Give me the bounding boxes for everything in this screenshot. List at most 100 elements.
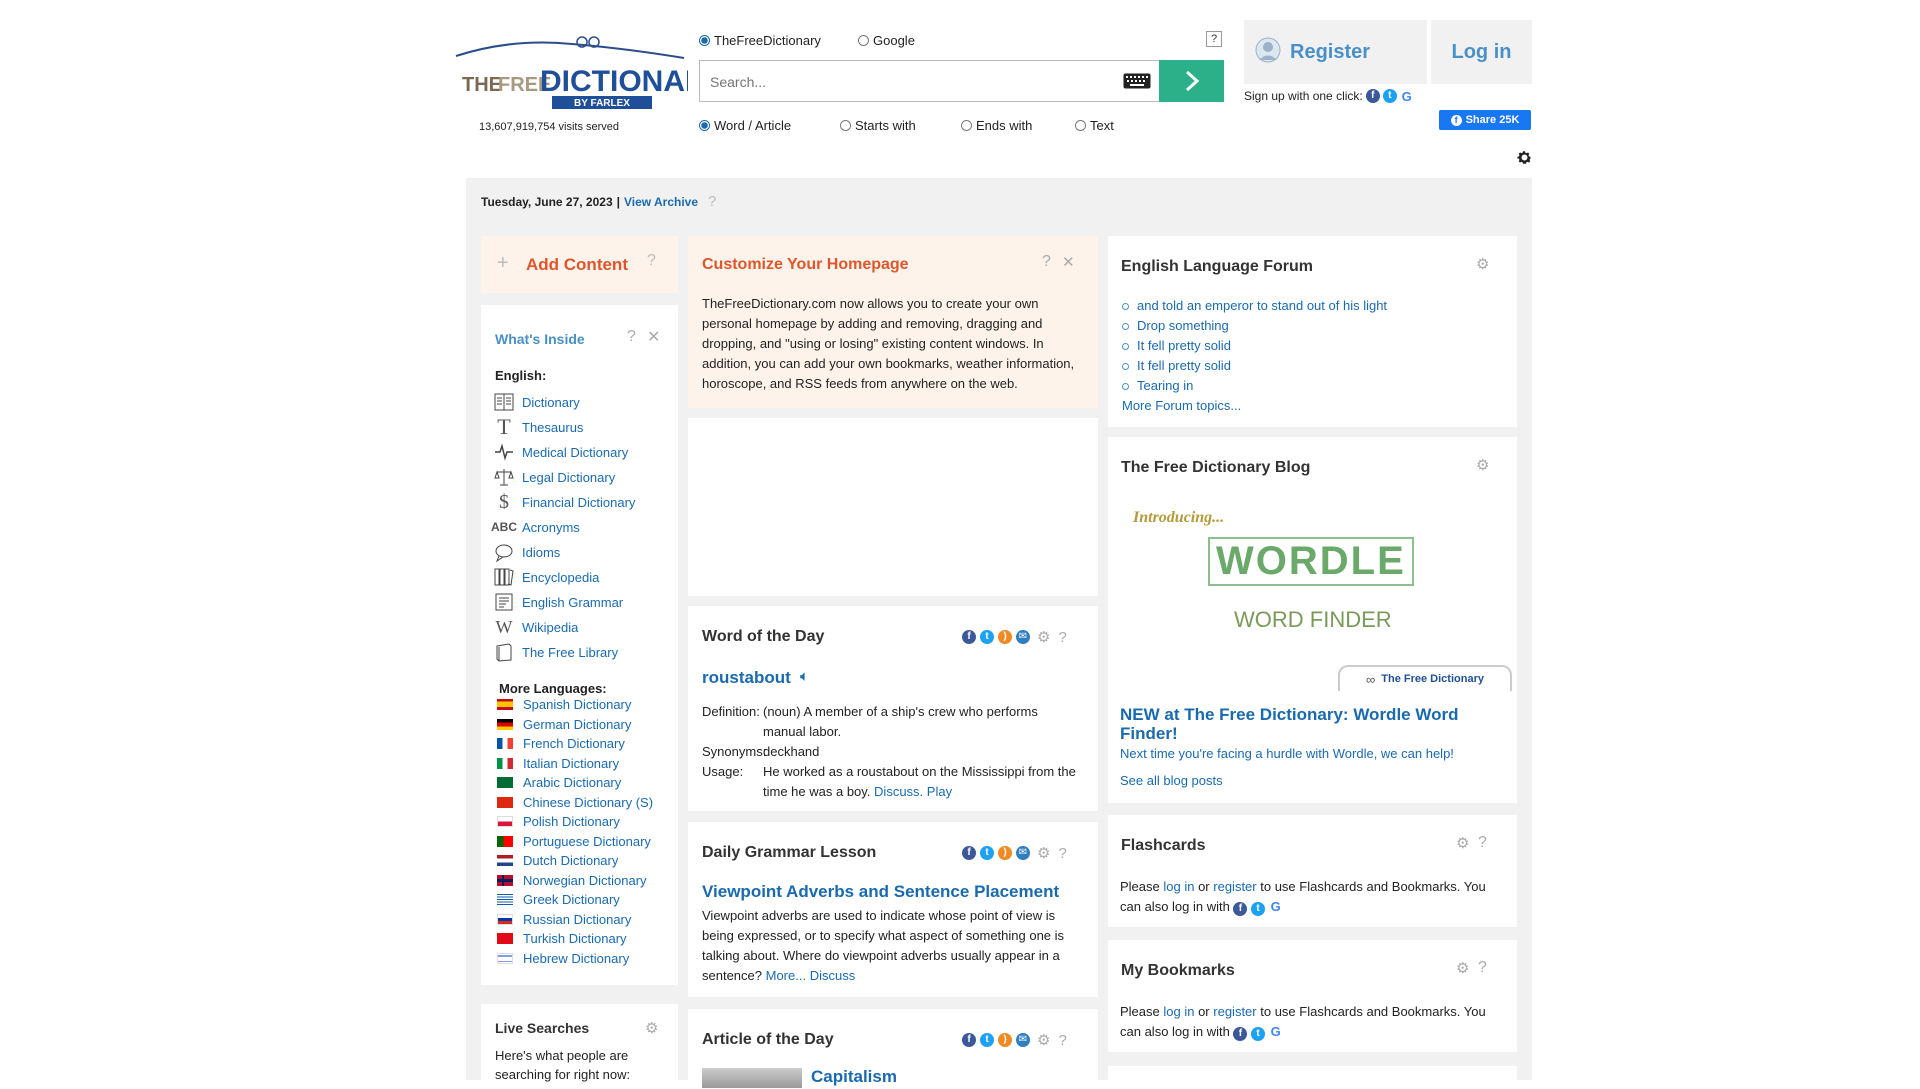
login-button[interactable]: Log in	[1431, 20, 1532, 84]
help-icon[interactable]: ?	[708, 193, 716, 210]
twitter-icon[interactable]: t	[980, 846, 994, 860]
register-link[interactable]: register	[1213, 1004, 1256, 1019]
link-medical-dictionary[interactable]: Medical Dictionary	[494, 442, 628, 462]
add-content-box[interactable]: + Add Content ?	[481, 236, 678, 293]
link-idioms[interactable]: Idioms	[494, 542, 560, 562]
rss-icon[interactable]: )	[998, 630, 1012, 644]
help-icon[interactable]: ?	[647, 252, 656, 270]
blog-image[interactable]: Introducing... WORDLE WORD FINDER ∞ The …	[1118, 509, 1512, 691]
play-link[interactable]: Play	[927, 784, 952, 799]
gear-icon[interactable]: ⚙	[1037, 628, 1050, 646]
email-icon[interactable]: ✉	[1016, 630, 1030, 644]
radio-word-article[interactable]: Word / Article	[699, 118, 791, 133]
blog-summary[interactable]: Next time you're facing a hurdle with Wo…	[1120, 746, 1454, 761]
help-icon[interactable]: ?	[1478, 959, 1487, 977]
link-thesaurus[interactable]: T Thesaurus	[494, 414, 583, 439]
google-icon[interactable]: G	[1268, 1024, 1283, 1039]
link-the-free-library[interactable]: The Free Library	[494, 642, 618, 662]
radio-starts-with[interactable]: Starts with	[840, 118, 916, 133]
gear-icon[interactable]: ⚙	[1037, 1031, 1050, 1049]
link-acronyms[interactable]: ABC Acronyms	[491, 517, 580, 537]
link-polish-dictionary[interactable]: Polish Dictionary	[497, 814, 620, 829]
search-help-button[interactable]: ?	[1206, 31, 1222, 47]
gear-icon[interactable]: ⚙	[1476, 255, 1489, 273]
link-financial-dictionary[interactable]: $ Financial Dictionary	[494, 491, 635, 513]
radio-thefreedictionary[interactable]: TheFreeDictionary	[699, 33, 821, 48]
help-icon[interactable]: ?	[1042, 253, 1051, 271]
site-logo[interactable]: THE FREE DICTIONARY BY FARLEX	[452, 34, 726, 114]
definition-label[interactable]: Definition:	[702, 702, 760, 722]
help-icon[interactable]: ?	[627, 328, 636, 346]
link-french-dictionary[interactable]: French Dictionary	[497, 736, 625, 751]
google-icon[interactable]: G	[1399, 89, 1414, 103]
gear-icon[interactable]: ⚙	[1456, 834, 1469, 852]
forum-topic[interactable]: It fell pretty solid	[1122, 356, 1387, 376]
more-link[interactable]: More...	[766, 968, 806, 983]
forum-topic[interactable]: It fell pretty solid	[1122, 336, 1387, 356]
search-input[interactable]	[708, 61, 1112, 103]
link-italian-dictionary[interactable]: Italian Dictionary	[497, 756, 619, 771]
help-icon[interactable]: ?	[1058, 629, 1066, 646]
synonym-link[interactable]: deckhand	[763, 742, 819, 762]
rss-icon[interactable]: )	[998, 1033, 1012, 1047]
facebook-icon[interactable]: f	[962, 1033, 976, 1047]
article-thumbnail[interactable]	[702, 1068, 802, 1088]
search-button[interactable]	[1159, 60, 1224, 102]
help-icon[interactable]: ?	[1058, 845, 1066, 862]
register-button[interactable]: Register	[1244, 20, 1427, 84]
link-hebrew-dictionary[interactable]: Hebrew Dictionary	[497, 951, 629, 966]
gear-icon[interactable]	[1516, 149, 1533, 169]
keyboard-icon[interactable]	[1123, 73, 1151, 92]
gear-icon[interactable]: ⚙	[645, 1019, 658, 1037]
gear-icon[interactable]: ⚙	[1456, 959, 1469, 977]
wotd-word[interactable]: roustabout	[702, 668, 791, 688]
close-icon[interactable]: ✕	[1062, 253, 1075, 271]
gear-icon[interactable]: ⚙	[1476, 456, 1489, 474]
twitter-icon[interactable]: t	[1251, 902, 1266, 916]
register-link[interactable]: register	[1213, 879, 1256, 894]
more-forum-topics-link[interactable]: More Forum topics...	[1122, 396, 1387, 416]
link-turkish-dictionary[interactable]: Turkish Dictionary	[497, 931, 627, 946]
radio-ends-with[interactable]: Ends with	[961, 118, 1032, 133]
link-chinese-dictionary[interactable]: Chinese Dictionary (S)	[497, 795, 653, 810]
speaker-icon[interactable]: 🔈︎	[800, 668, 809, 685]
twitter-icon[interactable]: t	[980, 1033, 994, 1047]
discuss-link[interactable]: Discuss	[810, 968, 856, 983]
facebook-share-button[interactable]: f Share 25K	[1439, 110, 1531, 130]
facebook-icon[interactable]: f	[962, 846, 976, 860]
radio-text[interactable]: Text	[1075, 118, 1114, 133]
forum-topic[interactable]: and told an emperor to stand out of his …	[1122, 296, 1387, 316]
help-icon[interactable]: ?	[1478, 834, 1487, 852]
link-encyclopedia[interactable]: Encyclopedia	[494, 567, 599, 587]
link-german-dictionary[interactable]: German Dictionary	[497, 717, 631, 732]
google-icon[interactable]: G	[1268, 899, 1283, 914]
facebook-icon[interactable]: f	[1233, 1027, 1248, 1041]
link-greek-dictionary[interactable]: Greek Dictionary	[497, 892, 620, 907]
facebook-icon[interactable]: f	[962, 630, 976, 644]
forum-topic[interactable]: Tearing in	[1122, 376, 1387, 396]
link-spanish-dictionary[interactable]: Spanish Dictionary	[497, 697, 631, 712]
radio-google[interactable]: Google	[858, 33, 915, 48]
twitter-icon[interactable]: t	[1382, 89, 1397, 103]
login-link[interactable]: log in	[1163, 1004, 1194, 1019]
article-headline[interactable]: Capitalism	[811, 1067, 897, 1087]
facebook-icon[interactable]: f	[1233, 902, 1248, 916]
gear-icon[interactable]: ⚙	[1037, 844, 1050, 862]
link-wikipedia[interactable]: W Wikipedia	[494, 617, 579, 637]
forum-topic[interactable]: Drop something	[1122, 316, 1387, 336]
login-link[interactable]: log in	[1163, 879, 1194, 894]
grammar-headline[interactable]: Viewpoint Adverbs and Sentence Placement	[702, 882, 1059, 902]
link-norwegian-dictionary[interactable]: Norwegian Dictionary	[497, 873, 647, 888]
rss-icon[interactable]: )	[998, 846, 1012, 860]
link-dictionary[interactable]: Dictionary	[494, 392, 580, 412]
discuss-link[interactable]: Discuss.	[874, 784, 923, 799]
link-english-grammar[interactable]: English Grammar	[494, 592, 623, 612]
facebook-icon[interactable]: f	[1365, 89, 1380, 103]
close-icon[interactable]: ✕	[647, 327, 660, 347]
all-blog-posts-link[interactable]: See all blog posts	[1120, 773, 1223, 788]
help-icon[interactable]: ?	[1058, 1032, 1066, 1049]
twitter-icon[interactable]: t	[980, 630, 994, 644]
twitter-icon[interactable]: t	[1251, 1027, 1266, 1041]
link-portuguese-dictionary[interactable]: Portuguese Dictionary	[497, 834, 651, 849]
link-dutch-dictionary[interactable]: Dutch Dictionary	[497, 853, 618, 868]
